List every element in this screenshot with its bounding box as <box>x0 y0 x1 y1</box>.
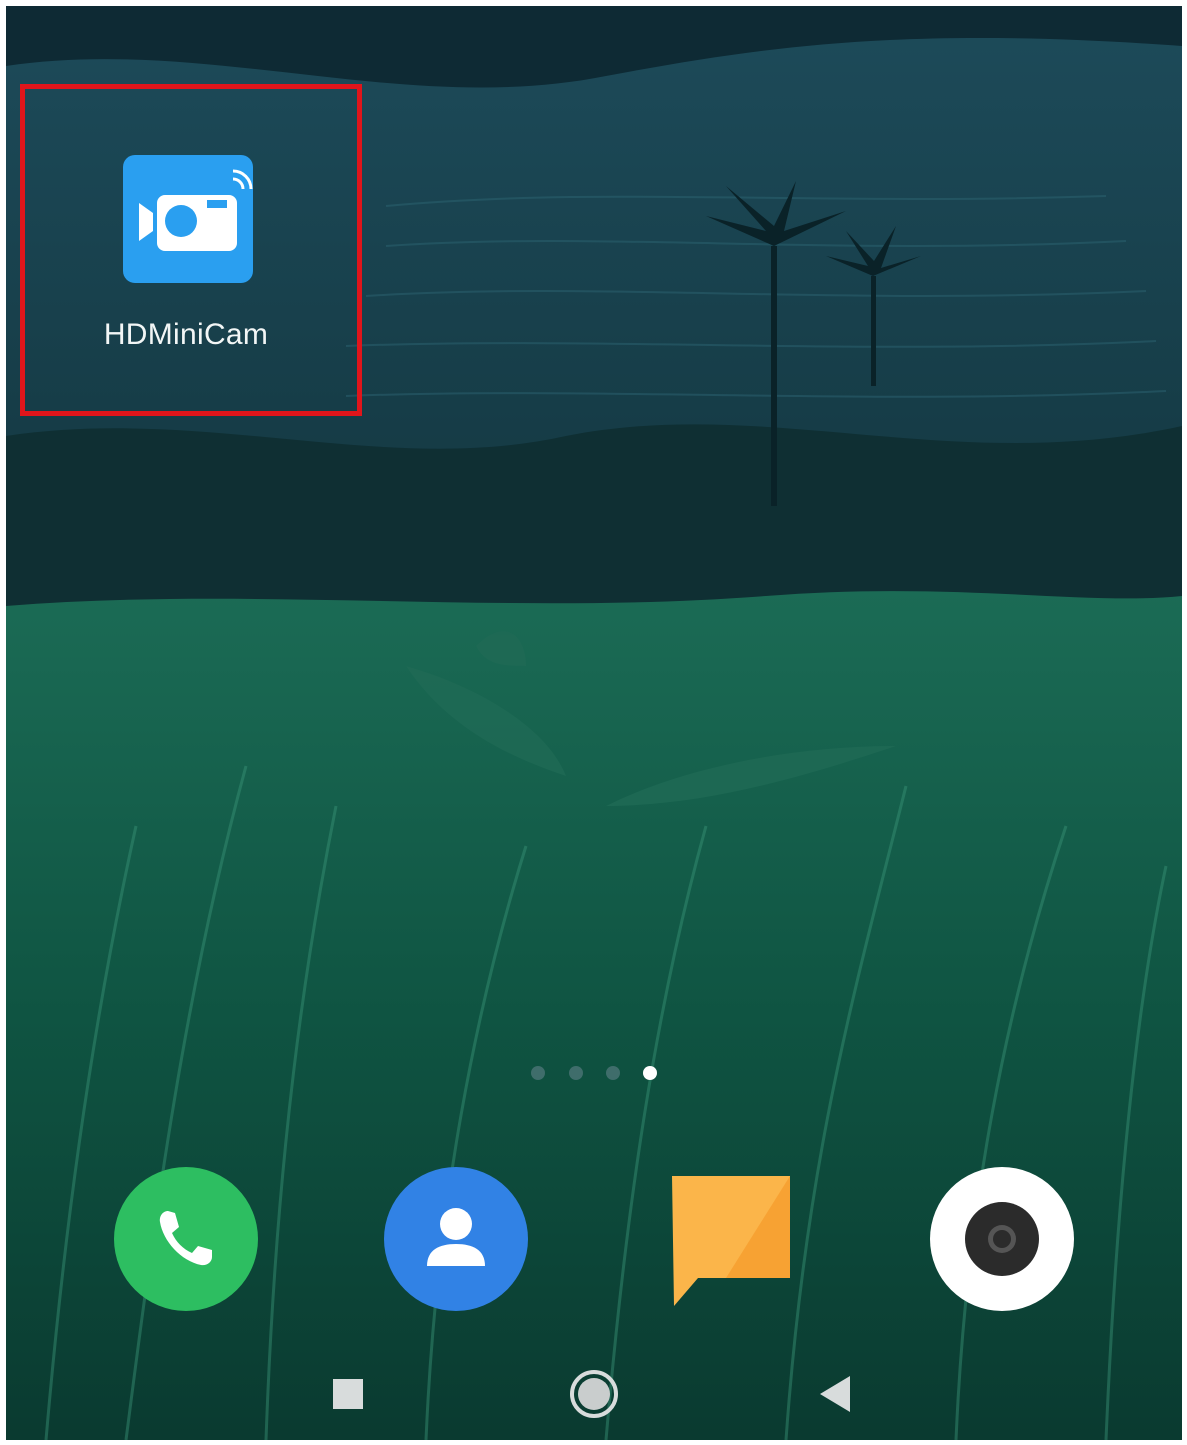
home-button[interactable] <box>564 1364 624 1424</box>
page-dot <box>569 1066 583 1080</box>
page-dot-active <box>643 1066 657 1080</box>
triangle-back-icon <box>820 1376 850 1412</box>
recents-button[interactable] <box>318 1364 378 1424</box>
phone-icon <box>114 1167 258 1311</box>
phone-app-icon[interactable] <box>113 1166 259 1312</box>
contacts-app-icon[interactable] <box>383 1166 529 1312</box>
contacts-icon <box>384 1167 528 1311</box>
page-dot <box>531 1066 545 1080</box>
messages-app-icon[interactable] <box>666 1166 812 1312</box>
camera-app-icon[interactable] <box>929 1166 1075 1312</box>
back-button[interactable] <box>804 1364 864 1424</box>
circle-icon <box>570 1370 618 1418</box>
app-label: HDMiniCam <box>103 318 269 351</box>
camera-icon <box>930 1167 1074 1311</box>
hdminicam-app-icon[interactable] <box>123 155 253 283</box>
page-dot <box>606 1066 620 1080</box>
home-screen: HDMiniCam <box>6 6 1182 1440</box>
message-icon <box>672 1176 790 1306</box>
wifi-camera-icon <box>139 169 253 251</box>
square-icon <box>333 1379 363 1409</box>
